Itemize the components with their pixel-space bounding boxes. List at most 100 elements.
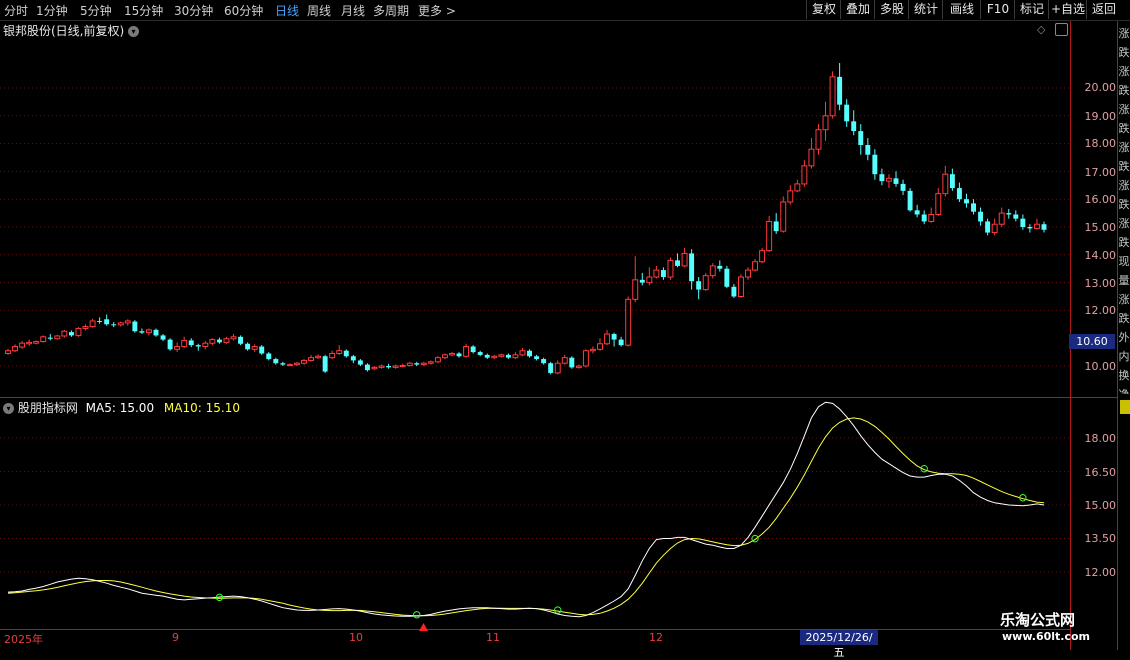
- indicator-name: 股朋指标网: [17, 401, 78, 415]
- candle-body: [752, 261, 759, 271]
- candle-body: [216, 339, 222, 343]
- candle-body: [575, 365, 582, 368]
- candle-body: [392, 365, 399, 368]
- candle-body: [851, 121, 857, 132]
- candle-body: [357, 360, 363, 365]
- chevron-down-icon[interactable]: ▾: [128, 26, 140, 37]
- candle-body: [794, 183, 801, 192]
- candle-body: [1013, 214, 1019, 219]
- candle-body: [280, 363, 286, 365]
- y-tick: 12.00: [1084, 304, 1117, 317]
- candle-body: [251, 346, 258, 350]
- candle-body: [505, 354, 511, 358]
- y-tick: 15.00: [1084, 221, 1117, 234]
- candle-body: [336, 350, 343, 354]
- candle-body: [12, 346, 19, 352]
- candle-body: [75, 327, 82, 336]
- candle-body: [145, 329, 152, 334]
- ma10-label: MA10: 15.10: [163, 401, 240, 415]
- candle-body: [780, 201, 787, 232]
- candle-body: [26, 341, 33, 345]
- candle-body: [1027, 227, 1033, 229]
- candle-body: [724, 268, 730, 287]
- candle-body: [427, 361, 434, 364]
- signal-triangle-icon: [419, 623, 428, 631]
- candle-body: [935, 193, 942, 215]
- candle-body: [632, 279, 639, 300]
- candle-body: [414, 363, 420, 365]
- x-label-month: 9: [172, 631, 179, 644]
- candle-body: [956, 188, 962, 200]
- candle-body: [773, 221, 779, 232]
- candle-body: [441, 354, 448, 359]
- candle-body: [745, 269, 751, 278]
- candle-body: [399, 364, 406, 367]
- candle-body: [978, 211, 984, 222]
- candle-body: [167, 339, 173, 350]
- candle-body: [68, 332, 74, 336]
- candle-body: [40, 336, 47, 343]
- candle-body: [808, 148, 815, 167]
- candle-body: [293, 362, 300, 366]
- y-tick: 10.00: [1084, 360, 1117, 373]
- candle-body: [541, 359, 547, 364]
- candle-body: [787, 190, 794, 203]
- current-price-badge: 10.60: [1069, 334, 1115, 349]
- stock-title: 银邦股份(日线,前复权): [3, 24, 125, 38]
- candle-body: [653, 269, 660, 278]
- signal-marker-icon: [554, 606, 562, 614]
- window-toggle-icon[interactable]: [1055, 23, 1068, 36]
- candle-body: [667, 259, 674, 278]
- candle-body: [47, 337, 53, 339]
- candle-body: [639, 279, 645, 283]
- candle-body: [900, 183, 906, 191]
- side-tab-marker[interactable]: [1120, 400, 1130, 414]
- candle-body: [420, 362, 427, 366]
- candle-body: [991, 223, 998, 234]
- candle-body: [928, 213, 935, 222]
- ind-y-tick: 16.50: [1084, 466, 1117, 479]
- ma5-line: [7, 401, 1045, 618]
- candle-body: [111, 324, 117, 326]
- candle-body: [259, 346, 265, 354]
- candle-body: [364, 364, 370, 371]
- candle-body: [717, 265, 723, 269]
- diamond-icon[interactable]: ◇: [1037, 23, 1045, 36]
- candle-body: [737, 276, 744, 298]
- candle-body: [964, 199, 969, 204]
- indicator-series: [7, 401, 1045, 619]
- chevron-down-icon[interactable]: ▾: [3, 403, 14, 414]
- candle-body: [604, 333, 611, 345]
- candle-body: [61, 330, 68, 337]
- candle-body: [188, 340, 194, 346]
- candle-body: [709, 265, 716, 277]
- candle-body: [322, 356, 328, 372]
- candlestick-series: [5, 62, 1047, 375]
- x-label-month: 12: [649, 631, 663, 644]
- candle-body: [646, 276, 653, 284]
- candle-body: [386, 366, 392, 368]
- x-label-year: 2025年: [4, 633, 43, 646]
- candle-body: [286, 364, 293, 367]
- candle-body: [33, 341, 40, 344]
- candle-body: [561, 357, 568, 364]
- candle-body: [181, 339, 188, 348]
- price-chart[interactable]: [0, 0, 1130, 650]
- ind-y-tick: 15.00: [1084, 499, 1117, 512]
- candle-body: [998, 212, 1005, 225]
- candle-body: [597, 343, 603, 350]
- main-pane-title: 银邦股份(日线,前复权) ▾: [3, 22, 140, 39]
- candle-body: [477, 352, 483, 355]
- candle-body: [315, 355, 322, 359]
- side-quote-column: 涨跌涨跌涨跌涨跌涨跌涨跌现量涨跌外内换净收: [1118, 27, 1130, 394]
- candle-body: [985, 221, 991, 233]
- candle-body: [1033, 223, 1040, 229]
- ind-y-tick: 13.50: [1084, 532, 1117, 545]
- candle-body: [195, 345, 201, 347]
- candle-body: [160, 335, 166, 340]
- candle-body: [378, 365, 385, 368]
- candle-body: [611, 334, 617, 340]
- candle-body: [498, 354, 505, 357]
- candle-body: [618, 339, 624, 346]
- candle-body: [885, 177, 892, 182]
